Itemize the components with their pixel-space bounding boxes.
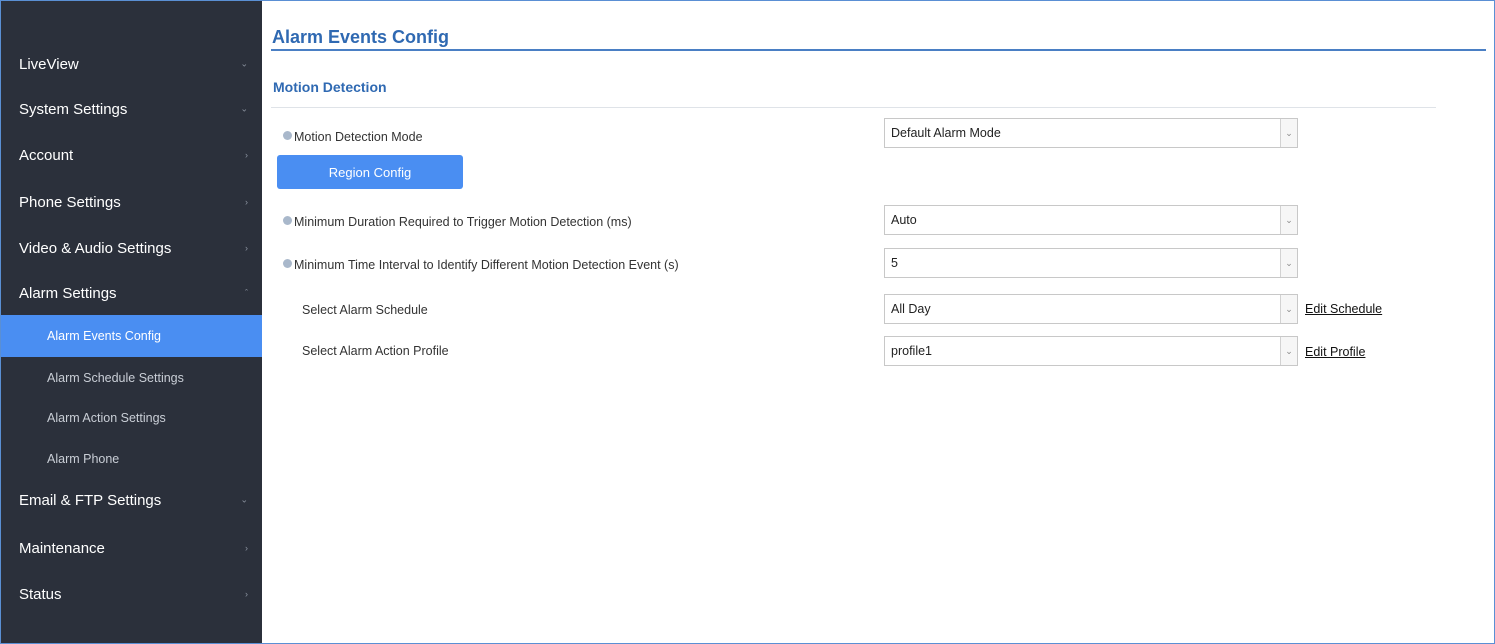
chevron-right-icon: › [245, 243, 248, 253]
help-icon[interactable] [283, 215, 292, 225]
chevron-right-icon: › [245, 150, 248, 160]
alarm-schedule-label: Select Alarm Schedule [302, 303, 428, 317]
chevron-right-icon: › [245, 589, 248, 599]
chevron-down-icon: ⌄ [240, 103, 248, 114]
chevron-right-icon: › [245, 197, 248, 207]
motion-detection-mode-select[interactable]: Default Alarm Mode ⌄ [884, 118, 1298, 148]
alarm-action-profile-select[interactable]: profile1 ⌄ [884, 336, 1298, 366]
help-icon[interactable] [283, 258, 292, 268]
field-label-text: Minimum Time Interval to Identify Differ… [294, 258, 679, 272]
chevron-down-icon: ⌄ [240, 58, 248, 69]
select-value: profile1 [891, 344, 932, 358]
region-config-button[interactable]: Region Config [277, 155, 463, 189]
sidebar-item-phone-settings[interactable]: Phone Settings › [1, 179, 262, 225]
chevron-down-icon: ⌄ [1280, 249, 1297, 277]
chevron-down-icon: ⌄ [1280, 295, 1297, 323]
sidebar-item-video-audio-settings[interactable]: Video & Audio Settings › [1, 225, 262, 271]
chevron-right-icon: › [245, 543, 248, 553]
sidebar-item-label: Video & Audio Settings [19, 239, 172, 257]
min-duration-select[interactable]: Auto ⌄ [884, 205, 1298, 235]
select-value: Default Alarm Mode [891, 126, 1001, 140]
chevron-down-icon: ⌄ [240, 494, 248, 505]
motion-detection-mode-label: Motion Detection Mode [283, 122, 423, 152]
sidebar-subitem-alarm-schedule-settings[interactable]: Alarm Schedule Settings [1, 357, 262, 399]
sidebar-item-maintenance[interactable]: Maintenance › [1, 525, 262, 571]
page-title: Alarm Events Config [272, 27, 450, 47]
sidebar-subitem-alarm-phone[interactable]: Alarm Phone [1, 438, 262, 480]
help-icon[interactable] [283, 130, 292, 140]
title-divider [271, 49, 1486, 51]
min-interval-select[interactable]: 5 ⌄ [884, 248, 1298, 278]
select-value: All Day [891, 302, 931, 316]
sidebar-item-label: Account [19, 146, 74, 164]
field-label-text: Minimum Duration Required to Trigger Mot… [294, 215, 632, 229]
alarm-schedule-select[interactable]: All Day ⌄ [884, 294, 1298, 324]
select-value: Auto [891, 213, 917, 227]
min-interval-label: Minimum Time Interval to Identify Differ… [283, 250, 679, 280]
sidebar-item-label: Alarm Settings [19, 284, 117, 302]
main-content: Alarm Events Config Motion Detection Mot… [263, 1, 1494, 643]
chevron-up-icon: ˆ [245, 288, 248, 298]
section-divider [271, 107, 1436, 108]
chevron-down-icon: ⌄ [1280, 337, 1297, 365]
min-duration-label: Minimum Duration Required to Trigger Mot… [283, 207, 632, 237]
sidebar-item-label: Status [19, 585, 62, 603]
section-title: Motion Detection [273, 79, 387, 95]
alarm-action-profile-label: Select Alarm Action Profile [302, 344, 449, 358]
sidebar-item-label: Phone Settings [19, 193, 121, 211]
field-label-text: Motion Detection Mode [294, 130, 423, 144]
sidebar-subitem-alarm-events-config[interactable]: Alarm Events Config [1, 315, 262, 357]
sidebar-item-label: System Settings [19, 100, 128, 118]
sidebar-item-liveview[interactable]: LiveView ⌄ [1, 41, 262, 87]
chevron-down-icon: ⌄ [1280, 119, 1297, 147]
sidebar-item-alarm-settings[interactable]: Alarm Settings ˆ [1, 270, 262, 316]
sidebar-subitem-label: Alarm Phone [47, 452, 120, 466]
sidebar-item-email-ftp-settings[interactable]: Email & FTP Settings ⌄ [1, 477, 262, 523]
sidebar-item-label: LiveView [19, 55, 79, 73]
sidebar-subitem-label: Alarm Events Config [47, 329, 161, 343]
sidebar-item-label: Email & FTP Settings [19, 491, 162, 509]
sidebar: LiveView ⌄ System Settings ⌄ Account › P… [1, 1, 262, 643]
sidebar-subitem-alarm-action-settings[interactable]: Alarm Action Settings [1, 397, 262, 439]
sidebar-subitem-label: Alarm Action Settings [47, 411, 166, 425]
chevron-down-icon: ⌄ [1280, 206, 1297, 234]
sidebar-item-account[interactable]: Account › [1, 132, 262, 178]
sidebar-subitem-label: Alarm Schedule Settings [47, 371, 184, 385]
edit-profile-link[interactable]: Edit Profile [1305, 345, 1365, 359]
edit-schedule-link[interactable]: Edit Schedule [1305, 302, 1382, 316]
sidebar-item-label: Maintenance [19, 539, 105, 557]
sidebar-item-system-settings[interactable]: System Settings ⌄ [1, 86, 262, 132]
select-value: 5 [891, 256, 898, 270]
sidebar-item-status[interactable]: Status › [1, 571, 262, 617]
